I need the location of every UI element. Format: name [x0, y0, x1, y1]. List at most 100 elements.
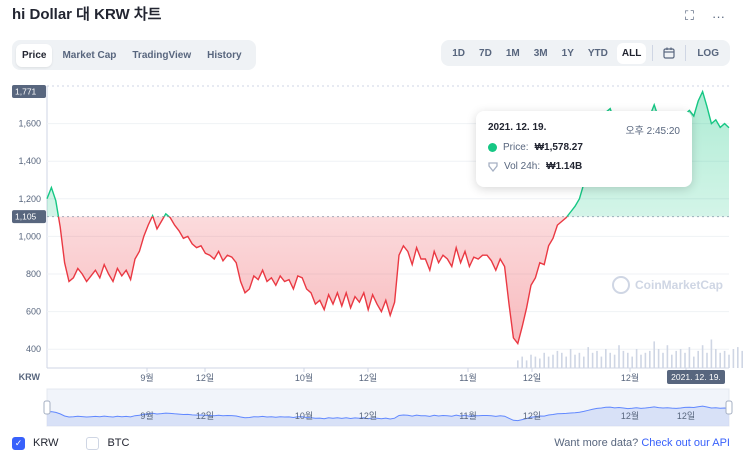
y-tick-label: 800	[26, 269, 41, 279]
volume-bar	[631, 356, 633, 368]
tooltip-price-label: Price:	[503, 142, 529, 153]
brush-tick-label: 12일	[523, 411, 541, 421]
volume-shield-icon	[488, 161, 498, 172]
volume-bar	[569, 349, 572, 368]
volume-bar	[552, 354, 554, 368]
x-tick-label: 11월	[459, 372, 477, 383]
volume-bar	[534, 356, 537, 368]
x-axis-labels: KRW9월12일10월12일11월12일12월12일2021. 12. 19.	[19, 367, 729, 384]
volume-bar	[622, 350, 625, 368]
volume-bar	[605, 349, 607, 368]
volume-bar	[684, 352, 686, 368]
bottom-bar: ✓ KRW BTC Want more data? Check out our …	[12, 434, 730, 452]
volume-bar	[653, 341, 655, 368]
volume-bar	[657, 349, 660, 368]
volume-bar	[728, 354, 730, 368]
tooltip-date: 2021. 12. 19.	[488, 122, 547, 133]
volume-bar	[565, 356, 567, 368]
y-tick-label: 600	[26, 307, 41, 317]
volume-bar	[732, 349, 735, 368]
brush-tick-label: 12일	[359, 411, 377, 421]
krw-label: KRW	[33, 437, 59, 449]
volume-bar	[618, 345, 620, 368]
y-tick-label: 1,200	[18, 194, 41, 204]
crosshair-date-tag: 2021. 12. 19.	[667, 370, 725, 384]
volume-bar	[591, 352, 594, 368]
x-tick-label: 12일	[359, 373, 377, 383]
volume-bar	[679, 349, 682, 368]
brush-tick-label: 11월	[459, 410, 477, 421]
range-brush[interactable]: 9월 12일 10월 12일 11월 12일 12월 12일	[43, 388, 733, 427]
volume-bar	[706, 352, 708, 368]
volume-bar	[627, 352, 629, 368]
volume-bar	[666, 345, 669, 368]
volume-bar	[635, 349, 638, 368]
price-dot-icon	[488, 143, 497, 152]
krw-checkbox[interactable]: ✓ KRW	[12, 436, 59, 450]
x-tick-label: 12일	[523, 373, 541, 383]
volume-bar	[517, 360, 519, 368]
volume-bar	[723, 350, 726, 368]
volume-bar	[578, 352, 581, 368]
volume-bar	[644, 352, 647, 368]
brush-tick-label: 10월	[295, 410, 313, 421]
y-tick-label: 1,600	[18, 119, 41, 129]
volume-bar	[649, 350, 651, 368]
volume-bar	[587, 347, 589, 368]
volume-bar	[701, 345, 704, 368]
volume-bar	[715, 349, 717, 368]
coinmarketcap-watermark: CoinMarketCap	[612, 276, 723, 294]
baseline-price-tag: 1,105	[12, 210, 46, 224]
cmc-logo-icon	[612, 276, 630, 294]
brush-tick-label: 9월	[140, 410, 153, 421]
x-tick-label: 9월	[140, 372, 153, 383]
btc-label: BTC	[107, 437, 130, 449]
y-tick-label: 400	[26, 344, 41, 354]
api-link[interactable]: Check out our API	[641, 437, 730, 449]
volume-bar	[640, 354, 642, 368]
volume-bar	[561, 352, 563, 368]
volume-bars	[517, 339, 743, 368]
volume-bar	[719, 352, 721, 368]
brush-tick-label: 12일	[196, 411, 214, 421]
btc-checkbox[interactable]: BTC	[86, 436, 130, 450]
volume-bar	[556, 350, 559, 368]
volume-bar	[547, 356, 550, 368]
brush-tick-label: 12일	[677, 411, 695, 421]
volume-bar	[697, 350, 699, 368]
volume-bar	[613, 354, 616, 368]
checkbox-unchecked-icon[interactable]	[86, 436, 100, 450]
volume-bar	[583, 356, 585, 368]
volume-bar	[543, 352, 545, 368]
price-chart[interactable]: 4006008001,0001,2001,4001,6001,7711,105 …	[0, 0, 743, 430]
volume-bar	[737, 347, 739, 368]
y-tick-label: 1,400	[18, 156, 41, 166]
volume-bar	[574, 354, 576, 368]
volume-bar	[600, 356, 603, 368]
volume-bar	[525, 360, 528, 368]
volume-bar	[530, 354, 532, 368]
x-tick-label: 12일	[196, 373, 214, 383]
x-tick-label: 10월	[295, 372, 313, 383]
checkbox-checked-icon[interactable]: ✓	[12, 436, 25, 450]
volume-bar	[675, 350, 677, 368]
brush-handle-right[interactable]	[725, 400, 733, 415]
tooltip-price-row: Price: ₩1,578.27	[488, 142, 583, 153]
volume-bar	[693, 356, 695, 368]
tooltip-time: 오후 2:45:20	[625, 126, 680, 137]
brush-tick-label: 12월	[621, 410, 639, 421]
volume-bar	[671, 354, 673, 368]
brush-handle-left[interactable]	[43, 400, 51, 415]
volume-bar	[710, 339, 713, 368]
y-tick-label: 1,000	[18, 231, 41, 241]
more-data-text: Want more data?	[554, 437, 639, 449]
tooltip-volume-label: Vol 24h:	[504, 161, 541, 172]
volume-bar	[596, 350, 598, 368]
x-tick-label: 12월	[621, 372, 639, 383]
volume-bar	[688, 347, 691, 368]
price-tooltip: 2021. 12. 19. 오후 2:45:20 Price: ₩1,578.2…	[476, 111, 692, 187]
x-axis-title: KRW	[19, 372, 41, 382]
api-promo: Want more data? Check out our API	[554, 437, 730, 449]
current-price-tag: 1,771	[12, 84, 46, 98]
tooltip-price-value: ₩1,578.27	[534, 142, 583, 153]
